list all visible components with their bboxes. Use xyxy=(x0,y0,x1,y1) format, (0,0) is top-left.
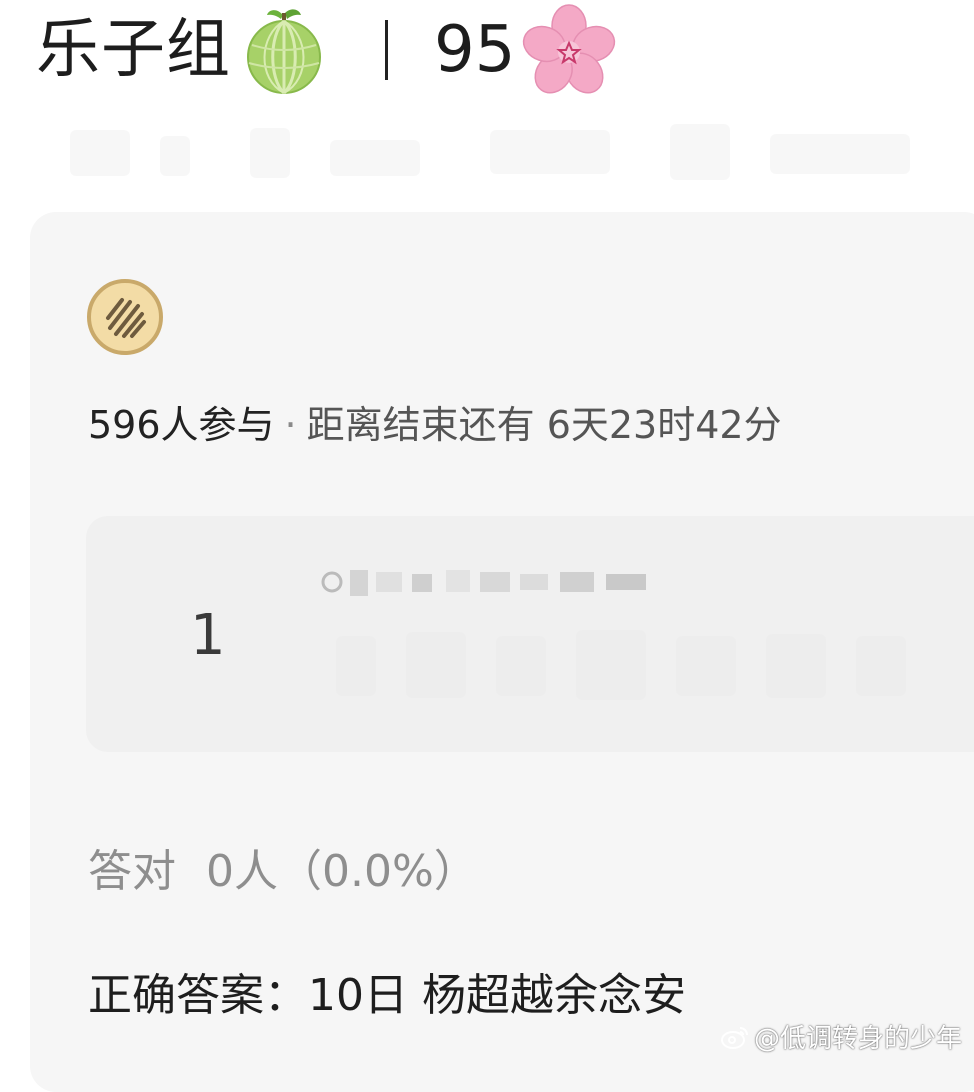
watermark: @低调转身的少年 xyxy=(720,1018,962,1055)
faded-background-text xyxy=(70,124,910,180)
option-number: 1 xyxy=(190,603,226,668)
weibo-icon xyxy=(720,1026,748,1049)
melon-icon xyxy=(247,9,321,95)
blurred-option-text xyxy=(336,630,906,700)
blurred-username xyxy=(321,570,646,596)
time-remaining: 距离结束还有 6天23时42分 xyxy=(306,403,782,447)
participant-count: 596人参与 xyxy=(88,403,275,447)
group-name: 乐子组 xyxy=(36,13,231,87)
correct-rate-value: 0人（0.0%） xyxy=(206,846,478,897)
cherry-blossom-icon xyxy=(523,4,616,94)
correct-rate-label: 答对 xyxy=(88,846,176,897)
watermark-text: @低调转身的少年 xyxy=(753,1024,962,1054)
biscuit-avatar-icon xyxy=(87,279,163,355)
meta-separator: · xyxy=(284,403,297,447)
correct-rate: 答对 0人（0.0%） xyxy=(88,850,478,894)
quiz-header: 乐子组 95 xyxy=(36,0,619,100)
correct-answer: 正确答案：10日 杨超越余念安 xyxy=(88,970,686,1021)
score-value: 95 xyxy=(434,13,516,87)
quiz-meta: 596人参与 · 距离结束还有 6天23时42分 xyxy=(88,406,782,444)
answer-option[interactable]: 1 xyxy=(86,516,974,752)
header-divider xyxy=(385,20,388,80)
quiz-card: 596人参与 · 距离结束还有 6天23时42分 1 答对 0人（0.0%） 正… xyxy=(30,212,974,1092)
